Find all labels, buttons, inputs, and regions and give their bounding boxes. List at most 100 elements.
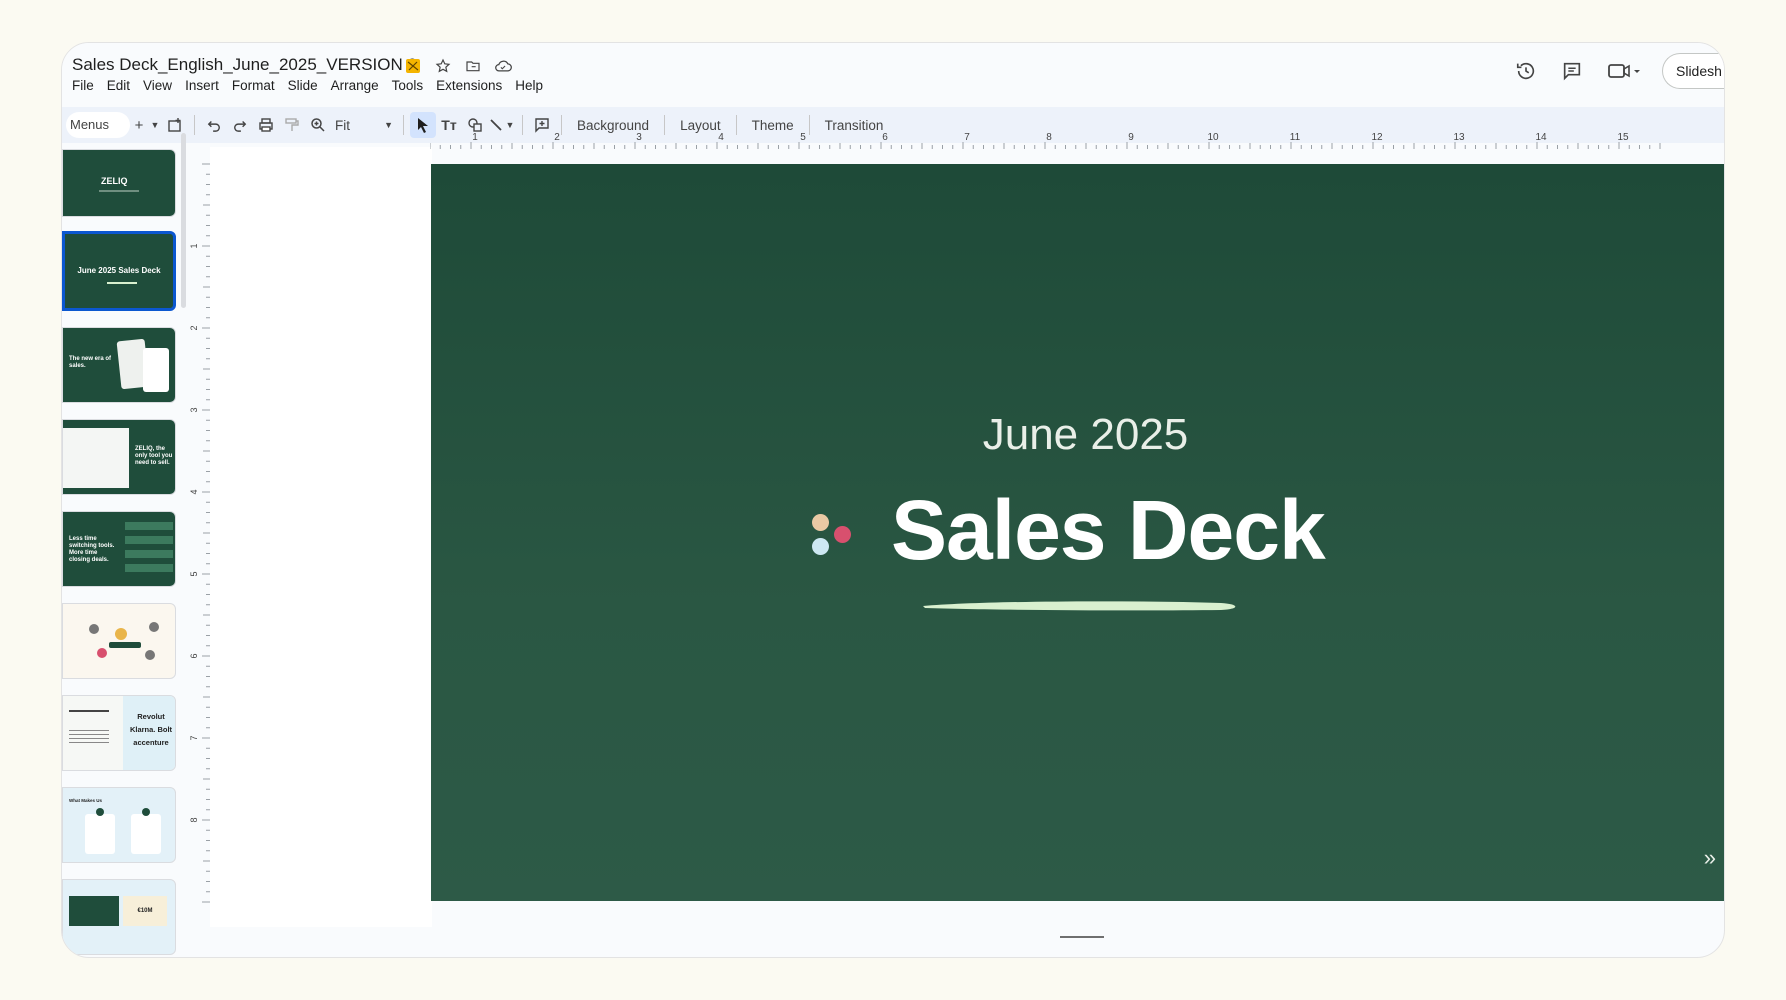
ruler-label: 4: [718, 132, 724, 143]
chevron-down-icon: ▼: [384, 120, 393, 130]
menu-help[interactable]: Help: [515, 78, 550, 93]
slide-thumbnail-3[interactable]: The new era of sales.: [62, 327, 176, 403]
title-underline-swoosh[interactable]: [921, 598, 1241, 619]
new-slide-icon[interactable]: +: [130, 112, 148, 138]
thumb-text: ZELIQ, the only tool you need to sell.: [135, 446, 173, 466]
ruler-label: 3: [189, 407, 199, 412]
redo-icon[interactable]: [227, 112, 253, 138]
slide-thumbnail-7[interactable]: Revolut Klarna. Bolt accenture: [62, 695, 176, 771]
thumb-text: The new era of sales.: [69, 356, 112, 369]
slide-thumbnail-9[interactable]: €10M: [62, 879, 176, 955]
brand-dots[interactable]: [812, 514, 862, 564]
filmstrip-scrollbar[interactable]: [181, 133, 186, 308]
search-menus[interactable]: Menus: [66, 112, 130, 138]
thumb-line: [99, 190, 139, 192]
undo-icon[interactable]: [201, 112, 227, 138]
ruler-label: 7: [189, 735, 199, 740]
ruler-label: 7: [964, 132, 970, 143]
thumb-bar: [125, 522, 173, 530]
thumb-line: [69, 710, 109, 712]
dot-peach: [812, 514, 829, 531]
star-icon[interactable]: [433, 56, 453, 76]
thumb-text: What Makes Us: [69, 798, 103, 803]
thumb-card: [131, 814, 161, 854]
header-right-tools: Slidesh: [1512, 53, 1724, 89]
ruler-label: 13: [1453, 132, 1465, 143]
thumb-panel: [69, 896, 119, 926]
slide-thumbnail-4[interactable]: ZELIQ, the only tool you need to sell.: [62, 419, 176, 495]
slide-thumbnail-6[interactable]: [62, 603, 176, 679]
meet-video-icon[interactable]: [1604, 57, 1644, 85]
expand-panel-icon[interactable]: »: [1704, 845, 1716, 871]
ruler-label: 4: [189, 489, 199, 494]
slide-thumbnail-1[interactable]: ZELIQ: [62, 149, 176, 217]
vertical-ruler: 1 2 3 4 5 6 7 8: [188, 147, 210, 907]
slide-thumbnail-5[interactable]: Less time switching tools. More time clo…: [62, 511, 176, 587]
horizontal-ruler: 1 2 3 4 5 6 7 8 9 10 11 12 13 14 15: [429, 129, 1724, 149]
horizontal-ruler-ticks: 1 2 3 4 5 6 7 8 9 10 11 12 13 14 15: [429, 132, 1661, 149]
menu-extensions[interactable]: Extensions: [436, 78, 509, 93]
zoom-select[interactable]: Fit ▼: [331, 118, 397, 133]
ruler-label: 3: [636, 132, 642, 143]
slide-canvas[interactable]: June 2025 Sales Deck »: [431, 164, 1724, 901]
thumb-bar: [125, 564, 173, 572]
ruler-label: 15: [1617, 132, 1629, 143]
ruler-label: 12: [1371, 132, 1383, 143]
thumb-text-lines: [69, 730, 109, 746]
thumb-value: €10M: [123, 896, 167, 926]
thumb-swoosh: [107, 282, 137, 284]
thumb-logos-text: Revolut Klarna. Bolt accenture: [129, 712, 173, 747]
print-icon[interactable]: [253, 112, 279, 138]
slides-badge-icon[interactable]: [403, 56, 423, 76]
slide-date-text[interactable]: June 2025: [431, 410, 1724, 460]
title-bar: Sales Deck_English_June_2025_VERSION 2 F…: [62, 43, 1724, 99]
menu-slide[interactable]: Slide: [288, 78, 325, 93]
ruler-label: 6: [189, 653, 199, 658]
version-history-icon[interactable]: [1512, 57, 1540, 85]
thumb-screenshot: [63, 428, 129, 488]
toolbar-divider: [194, 115, 195, 135]
menu-edit[interactable]: Edit: [107, 78, 137, 93]
slide-thumbnail-8[interactable]: What Makes Us: [62, 787, 176, 863]
toolbar-divider: [403, 115, 404, 135]
ruler-label: 6: [882, 132, 888, 143]
slideshow-button[interactable]: Slidesh: [1662, 53, 1724, 89]
menu-view[interactable]: View: [143, 78, 179, 93]
ruler-label: 8: [189, 817, 199, 822]
thumb-avatar: [145, 650, 155, 660]
cloud-saved-icon[interactable]: [493, 56, 513, 76]
ruler-label: 10: [1207, 132, 1219, 143]
ruler-label: 11: [1290, 132, 1301, 143]
paint-format-icon[interactable]: [279, 112, 305, 138]
comments-icon[interactable]: [1558, 57, 1586, 85]
vertical-ruler-ticks: 1 2 3 4 5 6 7 8: [189, 163, 210, 903]
thumb-bar: [125, 550, 173, 558]
ruler-label: 5: [800, 132, 806, 143]
slide-title-text[interactable]: Sales Deck: [891, 482, 1326, 579]
ruler-label: 1: [189, 243, 199, 248]
slide-filmstrip: ZELIQ June 2025 Sales Deck The new era o…: [62, 149, 184, 957]
menu-tools[interactable]: Tools: [392, 78, 431, 93]
slide-thumbnail-2[interactable]: June 2025 Sales Deck: [62, 231, 176, 311]
new-slide-dropdown-icon[interactable]: ▼: [148, 112, 162, 138]
thumb-dot: [96, 808, 104, 816]
thumb-bar: [125, 536, 173, 544]
menu-insert[interactable]: Insert: [185, 78, 226, 93]
menu-file[interactable]: File: [72, 78, 101, 93]
move-folder-icon[interactable]: [463, 56, 483, 76]
thumb-avatar: [115, 628, 127, 640]
document-title[interactable]: Sales Deck_English_June_2025_VERSION 2: [72, 55, 417, 75]
ruler-label: 2: [189, 325, 199, 330]
ruler-label: 1: [472, 132, 478, 143]
thumb-avatar: [149, 622, 159, 632]
ruler-label: 8: [1046, 132, 1052, 143]
menu-format[interactable]: Format: [232, 78, 282, 93]
speaker-notes-drag-handle[interactable]: [1060, 936, 1104, 938]
menu-bar: File Edit View Insert Format Slide Arran…: [72, 78, 556, 93]
zoom-icon[interactable]: [305, 112, 331, 138]
thumb-dot: [142, 808, 150, 816]
zoom-value: Fit: [335, 117, 350, 133]
slides-window: Sales Deck_English_June_2025_VERSION 2 F…: [61, 42, 1725, 958]
menu-arrange[interactable]: Arrange: [331, 78, 386, 93]
thumb-avatar: [89, 624, 99, 634]
